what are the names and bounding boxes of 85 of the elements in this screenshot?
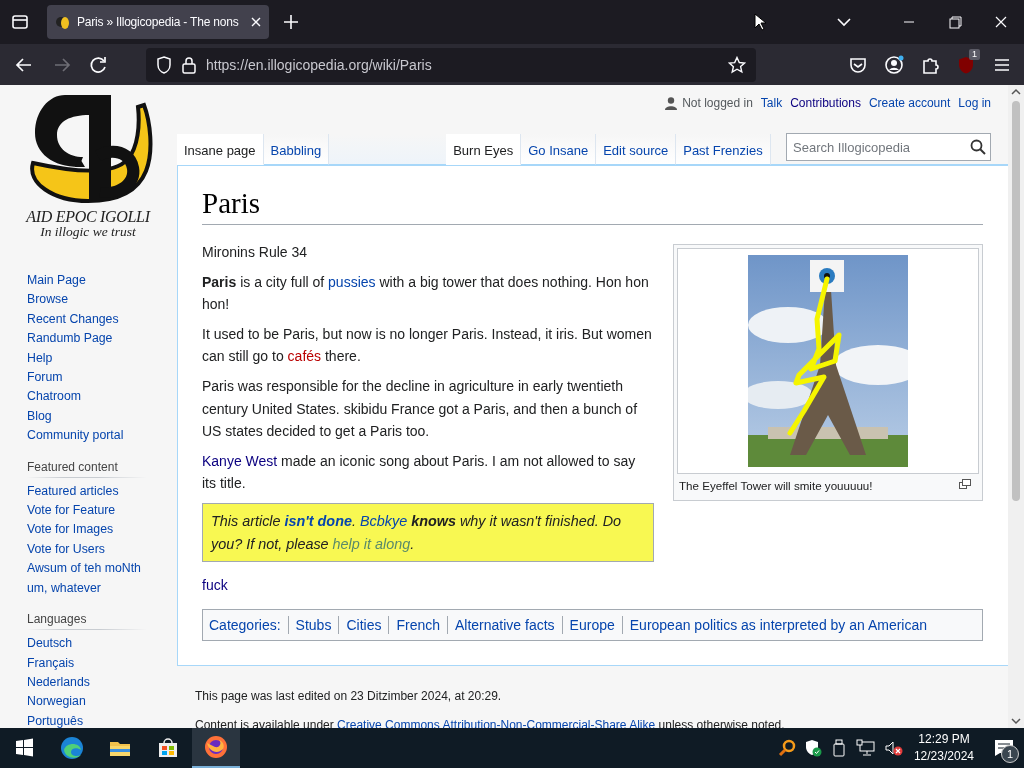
notification-badge: 1 bbox=[1001, 745, 1019, 763]
page-title: Paris bbox=[202, 184, 983, 225]
lock-icon[interactable] bbox=[182, 55, 196, 74]
network-icon[interactable] bbox=[855, 739, 876, 757]
paragraph: Paris is a city full of pussies with a big tower that does nothing. Hon hon hon! bbox=[202, 272, 650, 315]
logo-motto: In illogic we trust bbox=[40, 225, 136, 239]
tab[interactable]: Edit source bbox=[596, 134, 677, 165]
tab[interactable]: Past Frenzies bbox=[676, 134, 771, 165]
cursor-icon bbox=[754, 13, 766, 31]
sidebar-link[interactable]: Community portal bbox=[27, 426, 176, 446]
sidebar-link[interactable]: Vote for Users bbox=[27, 539, 176, 560]
sidebar-link[interactable]: Chatroom bbox=[27, 387, 176, 407]
sidebar-link[interactable]: Vote for Images bbox=[27, 520, 176, 540]
footer-text: This page was last edited on 23 Ditzimber 2024, at 20:29. bbox=[195, 687, 503, 704]
link[interactable]: Talk bbox=[760, 96, 783, 110]
sidebar-link[interactable]: Vote for Feature bbox=[27, 501, 176, 521]
category-link[interactable]: European politics as interpreted by an American bbox=[621, 615, 935, 634]
link[interactable]: Kanye West bbox=[202, 452, 278, 469]
link[interactable]: Create account bbox=[868, 96, 951, 110]
clock-date[interactable]: 12/23/2024 bbox=[913, 748, 974, 765]
close-icon[interactable] bbox=[251, 17, 261, 27]
sidebar-link[interactable]: Norwegian bbox=[27, 692, 176, 712]
tab[interactable]: Babbling bbox=[263, 134, 330, 165]
clock-time[interactable]: 12:29 PM bbox=[918, 731, 970, 748]
placeholder: Search Illogicopedia bbox=[793, 139, 912, 155]
sidebar-link[interactable]: Main Page bbox=[27, 271, 176, 291]
sidebar-link[interactable]: Deutsch bbox=[27, 634, 176, 654]
sidebar-link[interactable]: Français bbox=[27, 653, 176, 673]
address-bar[interactable]: https://en.illogicopedia.org/wiki/Paris bbox=[146, 47, 756, 82]
category-link[interactable]: French bbox=[388, 615, 447, 634]
sidebar-link[interactable]: Browse bbox=[27, 290, 176, 310]
paragraph: It used to be Paris, but now is no longer Paris. Instead, it iris. But women can still go to cafés there. bbox=[202, 324, 653, 367]
badge: 1 bbox=[969, 48, 980, 60]
footer-text: Content is available under Creative Commons Attribution-Non-Commercial-Share Alike unless otherwise noted. bbox=[195, 716, 786, 728]
link[interactable]: isn't done bbox=[284, 512, 352, 529]
category-link[interactable]: Alternative facts bbox=[447, 615, 562, 634]
scrollbar-thumb[interactable] bbox=[1012, 101, 1020, 501]
speaker-muted-icon[interactable] bbox=[883, 739, 904, 757]
sidebar-link[interactable]: Forum bbox=[27, 368, 176, 388]
subtitle: Mironins Rule 34 bbox=[202, 243, 309, 262]
shopping-bag-icon bbox=[156, 736, 180, 760]
category-link[interactable]: Europe bbox=[561, 615, 622, 634]
taskbar-app[interactable] bbox=[192, 728, 240, 768]
link[interactable]: cafés bbox=[287, 348, 322, 365]
link[interactable]: Contributions bbox=[790, 96, 861, 110]
caption: The Eyeffel Tower will smite youuuuu! bbox=[679, 478, 874, 494]
login-status: Not logged in bbox=[682, 96, 753, 110]
tab-title: Paris » Illogicopedia - The nons bbox=[77, 15, 240, 29]
link[interactable]: Categories: bbox=[208, 615, 288, 634]
sidebar-link[interactable]: Help bbox=[27, 348, 176, 369]
category-link[interactable]: Cities bbox=[338, 615, 389, 634]
link[interactable]: Log in bbox=[958, 96, 991, 110]
link[interactable]: fuck bbox=[202, 577, 228, 594]
sidebar-link[interactable]: Featured articles bbox=[27, 481, 176, 502]
notice-text: This article isn't done. Bcbkye knows why it wasn't finished. Do you? If not, please help it along. bbox=[211, 511, 623, 554]
star-icon[interactable] bbox=[728, 55, 746, 74]
tab[interactable]: Insane page bbox=[177, 134, 264, 165]
browser-icon bbox=[60, 736, 84, 760]
user-icon bbox=[665, 96, 678, 110]
link[interactable]: pussies bbox=[328, 273, 376, 290]
enlarge-icon[interactable] bbox=[959, 479, 971, 489]
shield-icon[interactable] bbox=[156, 55, 172, 74]
shield-icon[interactable] bbox=[803, 739, 822, 757]
paragraph: Paris was responsible for the decline in agriculture in early twentieth century United States. skibidu France got a Paris, and then a bunch of US states decided to get a Paris too. bbox=[202, 376, 639, 442]
favicon-icon bbox=[55, 14, 71, 30]
sidebar-link[interactable]: Blog bbox=[27, 406, 176, 427]
link[interactable]: Bcbkye bbox=[359, 512, 408, 529]
logo-title: AID EPOC IGOLLI bbox=[26, 209, 150, 225]
sidebar-link[interactable]: Recent Changes bbox=[27, 309, 176, 330]
paragraph: Kanye West made an iconic song about Paris. I am not allowed to say its title. bbox=[202, 451, 637, 494]
browser-tab[interactable]: Paris » Illogicopedia - The nons bbox=[47, 5, 269, 39]
url-text: https://en.illogicopedia.org/wiki/Paris bbox=[206, 56, 433, 73]
sidebar-link[interactable]: um, whatever bbox=[27, 578, 176, 599]
search-field[interactable]: Search Illogicopedia bbox=[786, 133, 991, 161]
search-icon[interactable] bbox=[970, 139, 986, 155]
sidebar-link[interactable]: Nederlands bbox=[27, 672, 176, 693]
magnifier-icon[interactable] bbox=[777, 739, 796, 757]
browser-icon bbox=[204, 735, 228, 759]
tab[interactable]: Burn Eyes bbox=[446, 134, 522, 165]
sidebar-link[interactable]: Awsum of teh moNth bbox=[27, 559, 176, 579]
sidebar-link[interactable]: Português bbox=[27, 711, 176, 728]
tab[interactable]: Go Insane bbox=[521, 134, 597, 165]
sidebar-link[interactable]: Randumb Page bbox=[27, 329, 176, 349]
category-link[interactable]: Stubs bbox=[287, 615, 339, 634]
link[interactable]: Creative Commons Attribution-Non-Commercial-Share Alike bbox=[337, 717, 656, 728]
